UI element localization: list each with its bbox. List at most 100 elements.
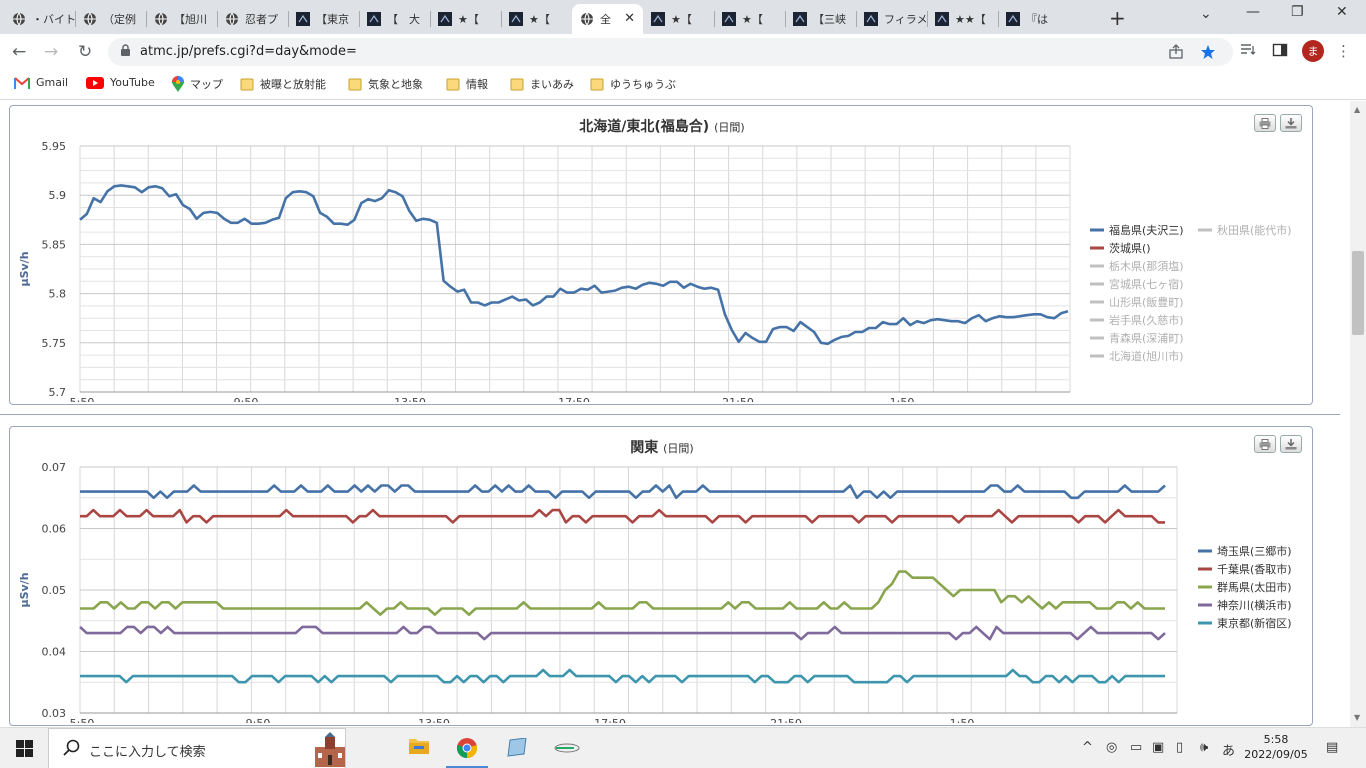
bookmark-item[interactable]: 気象と地象: [348, 76, 423, 92]
browser-tab[interactable]: 【東京: [288, 4, 359, 34]
scroll-down-arrow-icon[interactable]: ▼: [1354, 713, 1360, 722]
browser-tab[interactable]: 忍者プ: [217, 4, 288, 34]
series-line: [80, 570, 1165, 616]
kanto-line-chart: 0.07 0.06 0.05 0.04 0.035:50 9:50 13:50 17:50 21…: [18, 461, 1292, 723]
legend-item[interactable]: 群馬県(太田市): [1198, 580, 1292, 594]
reading-list-icon[interactable]: [1240, 42, 1256, 61]
search-placeholder: ここに入力して検索: [89, 745, 206, 760]
x-tick-label: 17:50: [594, 717, 626, 723]
show-hidden-icons[interactable]: ^: [1082, 740, 1093, 755]
file-explorer-icon[interactable]: [408, 736, 430, 759]
y-axis-label: μSv/h: [18, 251, 31, 286]
bookmark-item[interactable]: YouTube: [86, 76, 155, 89]
network-icon[interactable]: ▣: [1152, 740, 1164, 755]
volume-icon[interactable]: 🕪: [1200, 740, 1208, 755]
legend-item[interactable]: 宮城県(七ヶ宿): [1090, 277, 1184, 291]
share-icon[interactable]: [1168, 44, 1184, 63]
browser-tab[interactable]: ・バイト: [4, 4, 75, 34]
forward-button[interactable]: →: [44, 42, 58, 62]
bookmark-item[interactable]: マップ: [172, 76, 223, 92]
page-scrollbar[interactable]: ▲ ▼: [1350, 101, 1366, 727]
tab-separator: [714, 11, 715, 27]
bookmark-star-icon[interactable]: [1200, 44, 1216, 63]
legend-item[interactable]: 福島県(夫沢三): [1090, 223, 1184, 237]
browser-tab[interactable]: 【三峡: [785, 4, 856, 34]
legend-item[interactable]: 神奈川(横浜市): [1198, 598, 1292, 612]
legend-label: 宮城県(七ヶ宿): [1109, 277, 1184, 291]
x-tick-label: 9:50: [246, 717, 271, 723]
divider: [0, 414, 1340, 415]
browser-tab[interactable]: ★【: [501, 4, 572, 34]
browser-tab[interactable]: ★★【: [927, 4, 998, 34]
menu-icon[interactable]: ⋮: [1336, 42, 1351, 60]
taskbar-clock[interactable]: 5:58 2022/09/05: [1236, 732, 1316, 762]
search-highlight-image-icon[interactable]: [313, 731, 347, 768]
chrome-icon[interactable]: [456, 737, 478, 762]
browser-tab[interactable]: フィラメ: [856, 4, 927, 34]
legend-item[interactable]: 栃木県(那須塩): [1090, 259, 1184, 273]
notifications-icon[interactable]: ▤: [1326, 740, 1338, 755]
notes-app-icon[interactable]: [506, 737, 528, 761]
legend-item[interactable]: 東京都(新宿区): [1198, 616, 1292, 630]
gmail-icon: [14, 76, 30, 89]
video-icon: [651, 12, 665, 26]
legend-item[interactable]: 青森県(深浦町): [1090, 331, 1184, 345]
profile-avatar[interactable]: ま: [1302, 40, 1324, 62]
windows-start-icon[interactable]: [16, 740, 33, 760]
legend-item[interactable]: 岩手県(久慈市): [1090, 313, 1184, 327]
x-tick-label: 5:50: [70, 717, 95, 723]
browser-tab[interactable]: ★【: [643, 4, 714, 34]
browser-tab[interactable]: ★【: [714, 4, 785, 34]
y-tick-label: 0.06: [42, 523, 67, 536]
close-window-button[interactable]: ✕: [1336, 4, 1348, 20]
side-panel-icon[interactable]: [1272, 42, 1288, 61]
tab-label: ★【: [529, 13, 550, 26]
browser-tab[interactable]: ★【: [430, 4, 501, 34]
legend-item[interactable]: 北海道(旭川市): [1090, 349, 1184, 363]
browser-tab[interactable]: 【旭川: [146, 4, 217, 34]
browser-tab[interactable]: （定例: [75, 4, 146, 34]
y-tick-label: 0.04: [42, 646, 67, 659]
back-button[interactable]: ←: [12, 42, 26, 62]
bookmark-item[interactable]: ゆうちゅうぶ: [590, 76, 676, 92]
new-tab-button[interactable]: +: [1109, 6, 1126, 30]
video-icon: [438, 12, 452, 26]
tohoku-line-chart: 5.95 5.9 5.85 5.8 5.75 5.75:50 9:50 13:50 17:50 2…: [18, 140, 1292, 402]
address-bar[interactable]: atmc.jp/prefs.cgi?d=day&mode=: [108, 38, 1233, 66]
browser-tab[interactable]: 全 ✕: [572, 4, 643, 34]
ime-icon[interactable]: あ: [1222, 740, 1235, 759]
url-text: atmc.jp/prefs.cgi?d=day&mode=: [140, 44, 357, 59]
legend-item[interactable]: 秋田県(能代市): [1198, 223, 1292, 237]
bookmark-item[interactable]: 被曝と放射能: [240, 76, 326, 92]
tab-separator: [75, 11, 76, 27]
globe-icon: [12, 12, 26, 26]
legend-label: 北海道(旭川市): [1109, 349, 1184, 363]
legend-item[interactable]: 茨城県(): [1090, 241, 1151, 255]
bookmark-item[interactable]: 情報: [446, 76, 488, 92]
globe-icon: [83, 12, 97, 26]
video-icon: [793, 12, 807, 26]
tab-separator: [359, 11, 360, 27]
bookmark-label: 被曝と放射能: [260, 78, 326, 91]
bookmark-item[interactable]: まいあみ: [510, 76, 574, 92]
scroll-thumb[interactable]: [1352, 251, 1364, 335]
legend-item[interactable]: 埼玉県(三郷市): [1198, 544, 1292, 558]
minimize-button[interactable]: —: [1246, 4, 1260, 20]
meet-now-icon[interactable]: ◎: [1106, 740, 1117, 755]
browser-tab[interactable]: 『は: [998, 4, 1069, 34]
browser-tab[interactable]: 【 大: [359, 4, 430, 34]
reload-button[interactable]: ↻: [78, 42, 92, 62]
globe-icon: [154, 12, 168, 26]
taskbar-search-box[interactable]: ここに入力して検索: [48, 728, 346, 768]
y-tick-label: 0.07: [42, 461, 67, 474]
bookmark-item[interactable]: Gmail: [14, 76, 68, 89]
close-tab-icon[interactable]: ✕: [624, 11, 635, 26]
scroll-up-arrow-icon[interactable]: ▲: [1354, 105, 1360, 114]
app-shortcut-icon[interactable]: [554, 742, 580, 757]
battery-icon[interactable]: ▯: [1176, 740, 1183, 755]
maximize-button[interactable]: ❐: [1291, 4, 1304, 20]
legend-item[interactable]: 山形県(飯豊町): [1090, 295, 1184, 309]
device-icon[interactable]: ▭: [1130, 740, 1142, 755]
tab-search-icon[interactable]: ⌄: [1200, 6, 1212, 22]
legend-item[interactable]: 千葉県(香取市): [1198, 562, 1292, 576]
